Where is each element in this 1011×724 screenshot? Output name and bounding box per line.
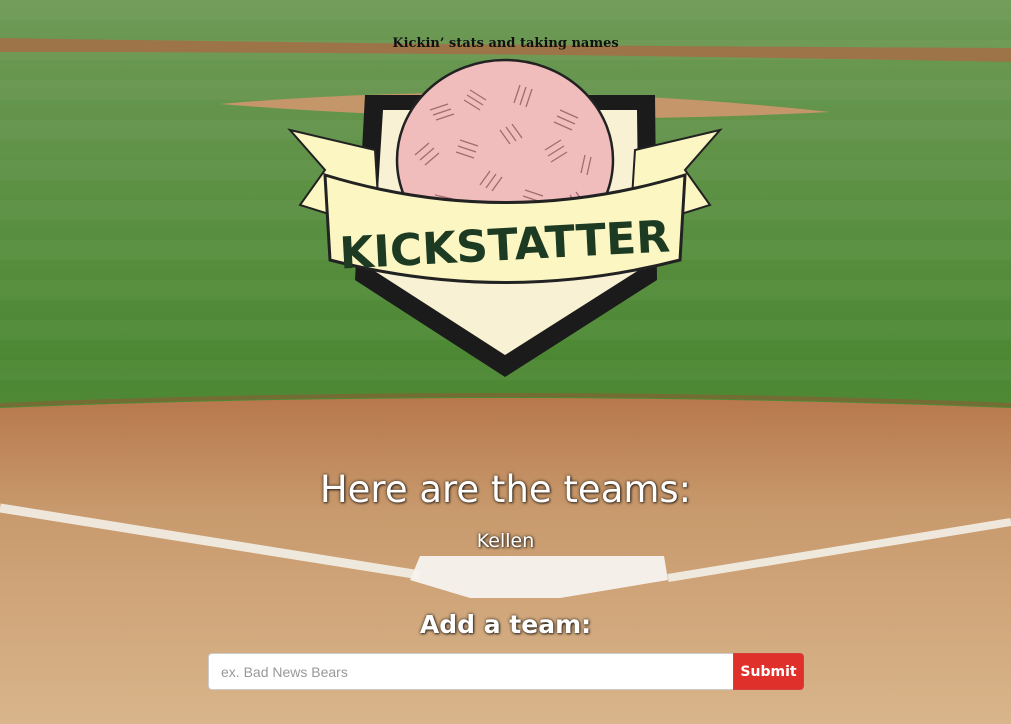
tagline: Kickin’ stats and taking names — [392, 36, 619, 51]
add-team-heading: Add a team: — [419, 610, 592, 639]
team-list: Kellen — [0, 530, 1011, 552]
teams-heading: Here are the teams: — [319, 468, 692, 511]
team-name-input[interactable] — [208, 653, 733, 690]
add-team-form: Submit — [208, 653, 804, 690]
kickstatter-logo: KICKSTATTER — [287, 58, 723, 377]
submit-button[interactable]: Submit — [733, 653, 804, 690]
team-item[interactable]: Kellen — [0, 530, 1011, 552]
